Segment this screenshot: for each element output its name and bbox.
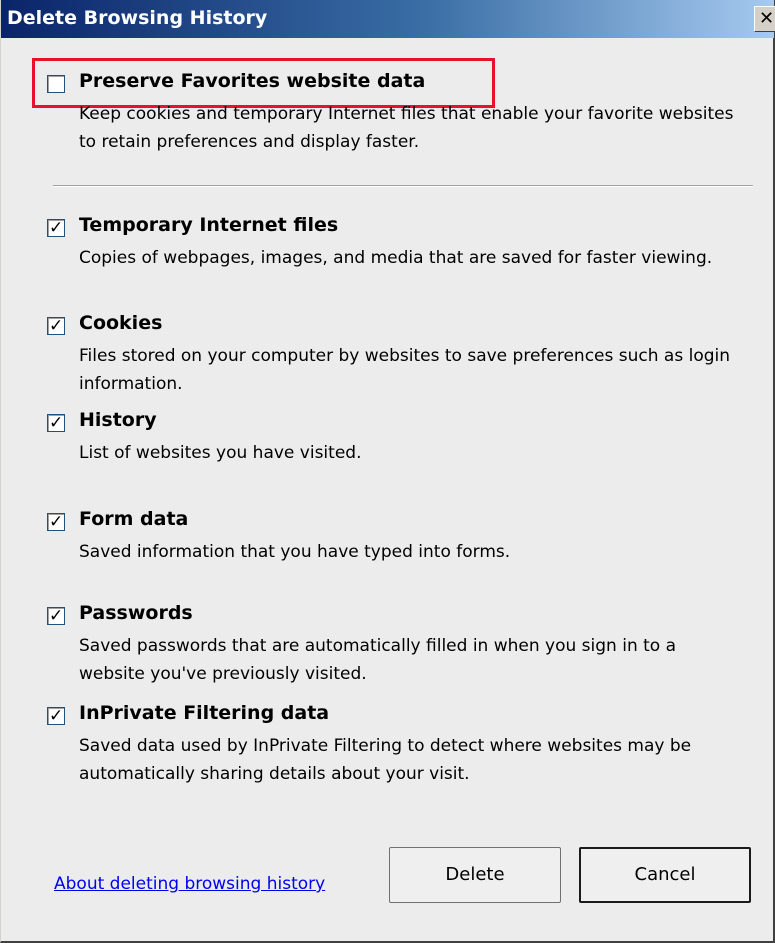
close-button[interactable]: ✕ xyxy=(754,6,775,32)
title-bar: Delete Browsing History ✕ xyxy=(1,0,775,38)
delete-button[interactable]: Delete xyxy=(389,847,561,903)
checkbox-history[interactable]: ✓ xyxy=(47,413,65,433)
checkbox-preserve-favorites[interactable] xyxy=(47,75,65,93)
delete-browsing-history-dialog: Delete Browsing History ✕ Preserve Favor… xyxy=(0,0,775,943)
option-description: Keep cookies and temporary Internet file… xyxy=(79,104,734,152)
option-description: List of websites you have visited. xyxy=(79,443,362,463)
separator xyxy=(53,185,753,187)
checkbox-cookies[interactable]: ✓ xyxy=(47,316,65,336)
option-description: Saved passwords that are automatically f… xyxy=(79,636,677,684)
checkmark-icon: ✓ xyxy=(49,316,64,336)
close-icon: ✕ xyxy=(759,8,775,29)
option-label: History xyxy=(79,409,157,431)
option-label: Cookies xyxy=(79,312,163,334)
option-label: InPrivate Filtering data xyxy=(79,702,330,724)
checkbox-inprivate-filtering-data[interactable]: ✓ xyxy=(47,706,65,726)
checkmark-icon: ✓ xyxy=(49,706,64,726)
about-deleting-history-link[interactable]: About deleting browsing history xyxy=(54,874,325,894)
checkmark-icon: ✓ xyxy=(49,606,64,626)
option-label: Temporary Internet files xyxy=(79,214,339,236)
option-description: Files stored on your computer by website… xyxy=(79,346,731,394)
option-label: Passwords xyxy=(79,602,193,624)
checkbox-form-data[interactable]: ✓ xyxy=(47,512,65,532)
cancel-button[interactable]: Cancel xyxy=(579,847,751,903)
checkbox-passwords[interactable]: ✓ xyxy=(47,606,65,626)
checkbox-temporary-internet-files[interactable]: ✓ xyxy=(47,218,65,238)
checkmark-icon: ✓ xyxy=(49,218,64,238)
window-title: Delete Browsing History xyxy=(7,7,268,29)
checkmark-icon: ✓ xyxy=(49,413,64,433)
option-description: Saved data used by InPrivate Filtering t… xyxy=(79,736,692,784)
option-description: Copies of webpages, images, and media th… xyxy=(79,248,713,268)
option-label: Form data xyxy=(79,508,189,530)
option-label: Preserve Favorites website data xyxy=(79,70,426,92)
option-description: Saved information that you have typed in… xyxy=(79,542,511,562)
checkmark-icon: ✓ xyxy=(49,512,64,532)
